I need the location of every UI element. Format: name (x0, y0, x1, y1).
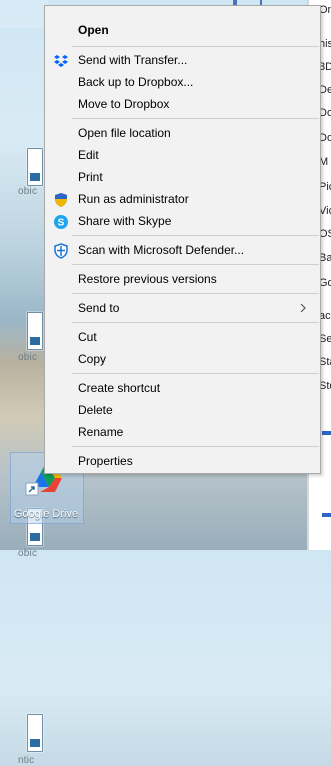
menu-separator (72, 118, 319, 119)
menu-item-edit[interactable]: Edit (45, 145, 320, 166)
menu-item-label: Properties (78, 454, 133, 468)
menu-item-open-file-location[interactable]: Open file location (45, 123, 320, 144)
menu-item-label: Send with Transfer... (78, 53, 188, 67)
menu-separator (72, 373, 319, 374)
menu-item-send-to[interactable]: Send to (45, 298, 320, 319)
dropbox-transfer-icon (54, 55, 68, 67)
menu-item-restore-previous-versions[interactable]: Restore previous versions (45, 269, 320, 290)
shield-icon (55, 193, 67, 207)
menu-item-run-as-administrator[interactable]: Run as administrator (45, 189, 320, 210)
menu-separator (72, 264, 319, 265)
menu-item-label: Print (78, 170, 103, 184)
menu-separator (72, 322, 319, 323)
desktop-shortcut-2[interactable]: obic (0, 147, 48, 363)
desktop-shortcut-1[interactable]: obic (0, 66, 48, 197)
context-menu: Open Send with Transfer... Back up to Dr… (44, 5, 321, 474)
menu-item-label: Cut (78, 330, 97, 344)
menu-item-move-to-dropbox[interactable]: Move to Dropbox (45, 94, 320, 115)
menu-item-label: Share with Skype (78, 214, 172, 228)
menu-item-label: Move to Dropbox (78, 97, 170, 111)
menu-item-rename[interactable]: Rename (45, 422, 320, 443)
menu-item-properties[interactable]: Properties (45, 451, 320, 472)
desktop-band-top (0, 0, 48, 28)
menu-item-cut[interactable]: Cut (45, 327, 320, 348)
menu-item-send-with-transfer[interactable]: Send with Transfer... (45, 50, 320, 71)
desktop-shortcut-4[interactable]: ntic (0, 350, 48, 766)
menu-item-back-up-to-dropbox[interactable]: Back up to Dropbox... (45, 72, 320, 93)
menu-item-label: Create shortcut (78, 381, 161, 395)
menu-item-create-shortcut[interactable]: Create shortcut (45, 378, 320, 399)
menu-item-label: Open file location (78, 126, 171, 140)
menu-item-label: Delete (78, 403, 113, 417)
menu-item-label: Copy (78, 352, 107, 366)
desktop-shortcut-icon-2 (27, 312, 43, 350)
menu-item-label: Rename (78, 425, 124, 439)
menu-item-label: Scan with Microsoft Defender... (78, 243, 245, 257)
desktop-shortcut-3[interactable]: obic (0, 246, 48, 559)
menu-item-label: Edit (78, 148, 99, 162)
menu-item-share-with-skype[interactable]: S Share with Skype (45, 211, 320, 232)
menu-item-scan-with-microsoft-defender[interactable]: Scan with Microsoft Defender... (45, 240, 320, 261)
menu-separator (72, 46, 319, 47)
menu-item-open[interactable]: Open (45, 20, 320, 41)
menu-item-delete[interactable]: Delete (45, 400, 320, 421)
desktop-shortcut-icon-4 (27, 714, 43, 752)
skype-icon: S (54, 215, 68, 229)
background-window-accent (322, 431, 331, 435)
menu-separator (72, 446, 319, 447)
menu-separator (72, 293, 319, 294)
chevron-right-icon (300, 303, 306, 313)
menu-item-label: Open (78, 23, 109, 37)
defender-icon (54, 243, 68, 259)
svg-text:S: S (58, 218, 65, 229)
menu-item-print[interactable]: Print (45, 167, 320, 188)
desktop-shortcut-label-4: ntic (18, 755, 35, 766)
background-window-accent (322, 513, 331, 517)
menu-item-label: Send to (78, 301, 120, 315)
menu-item-label: Restore previous versions (78, 272, 217, 286)
menu-item-label: Back up to Dropbox... (78, 75, 194, 89)
menu-separator (72, 235, 319, 236)
menu-item-copy[interactable]: Copy (45, 349, 320, 370)
menu-item-label: Run as administrator (78, 192, 189, 206)
google-drive-shortcut-label: Google Drive (13, 508, 79, 520)
